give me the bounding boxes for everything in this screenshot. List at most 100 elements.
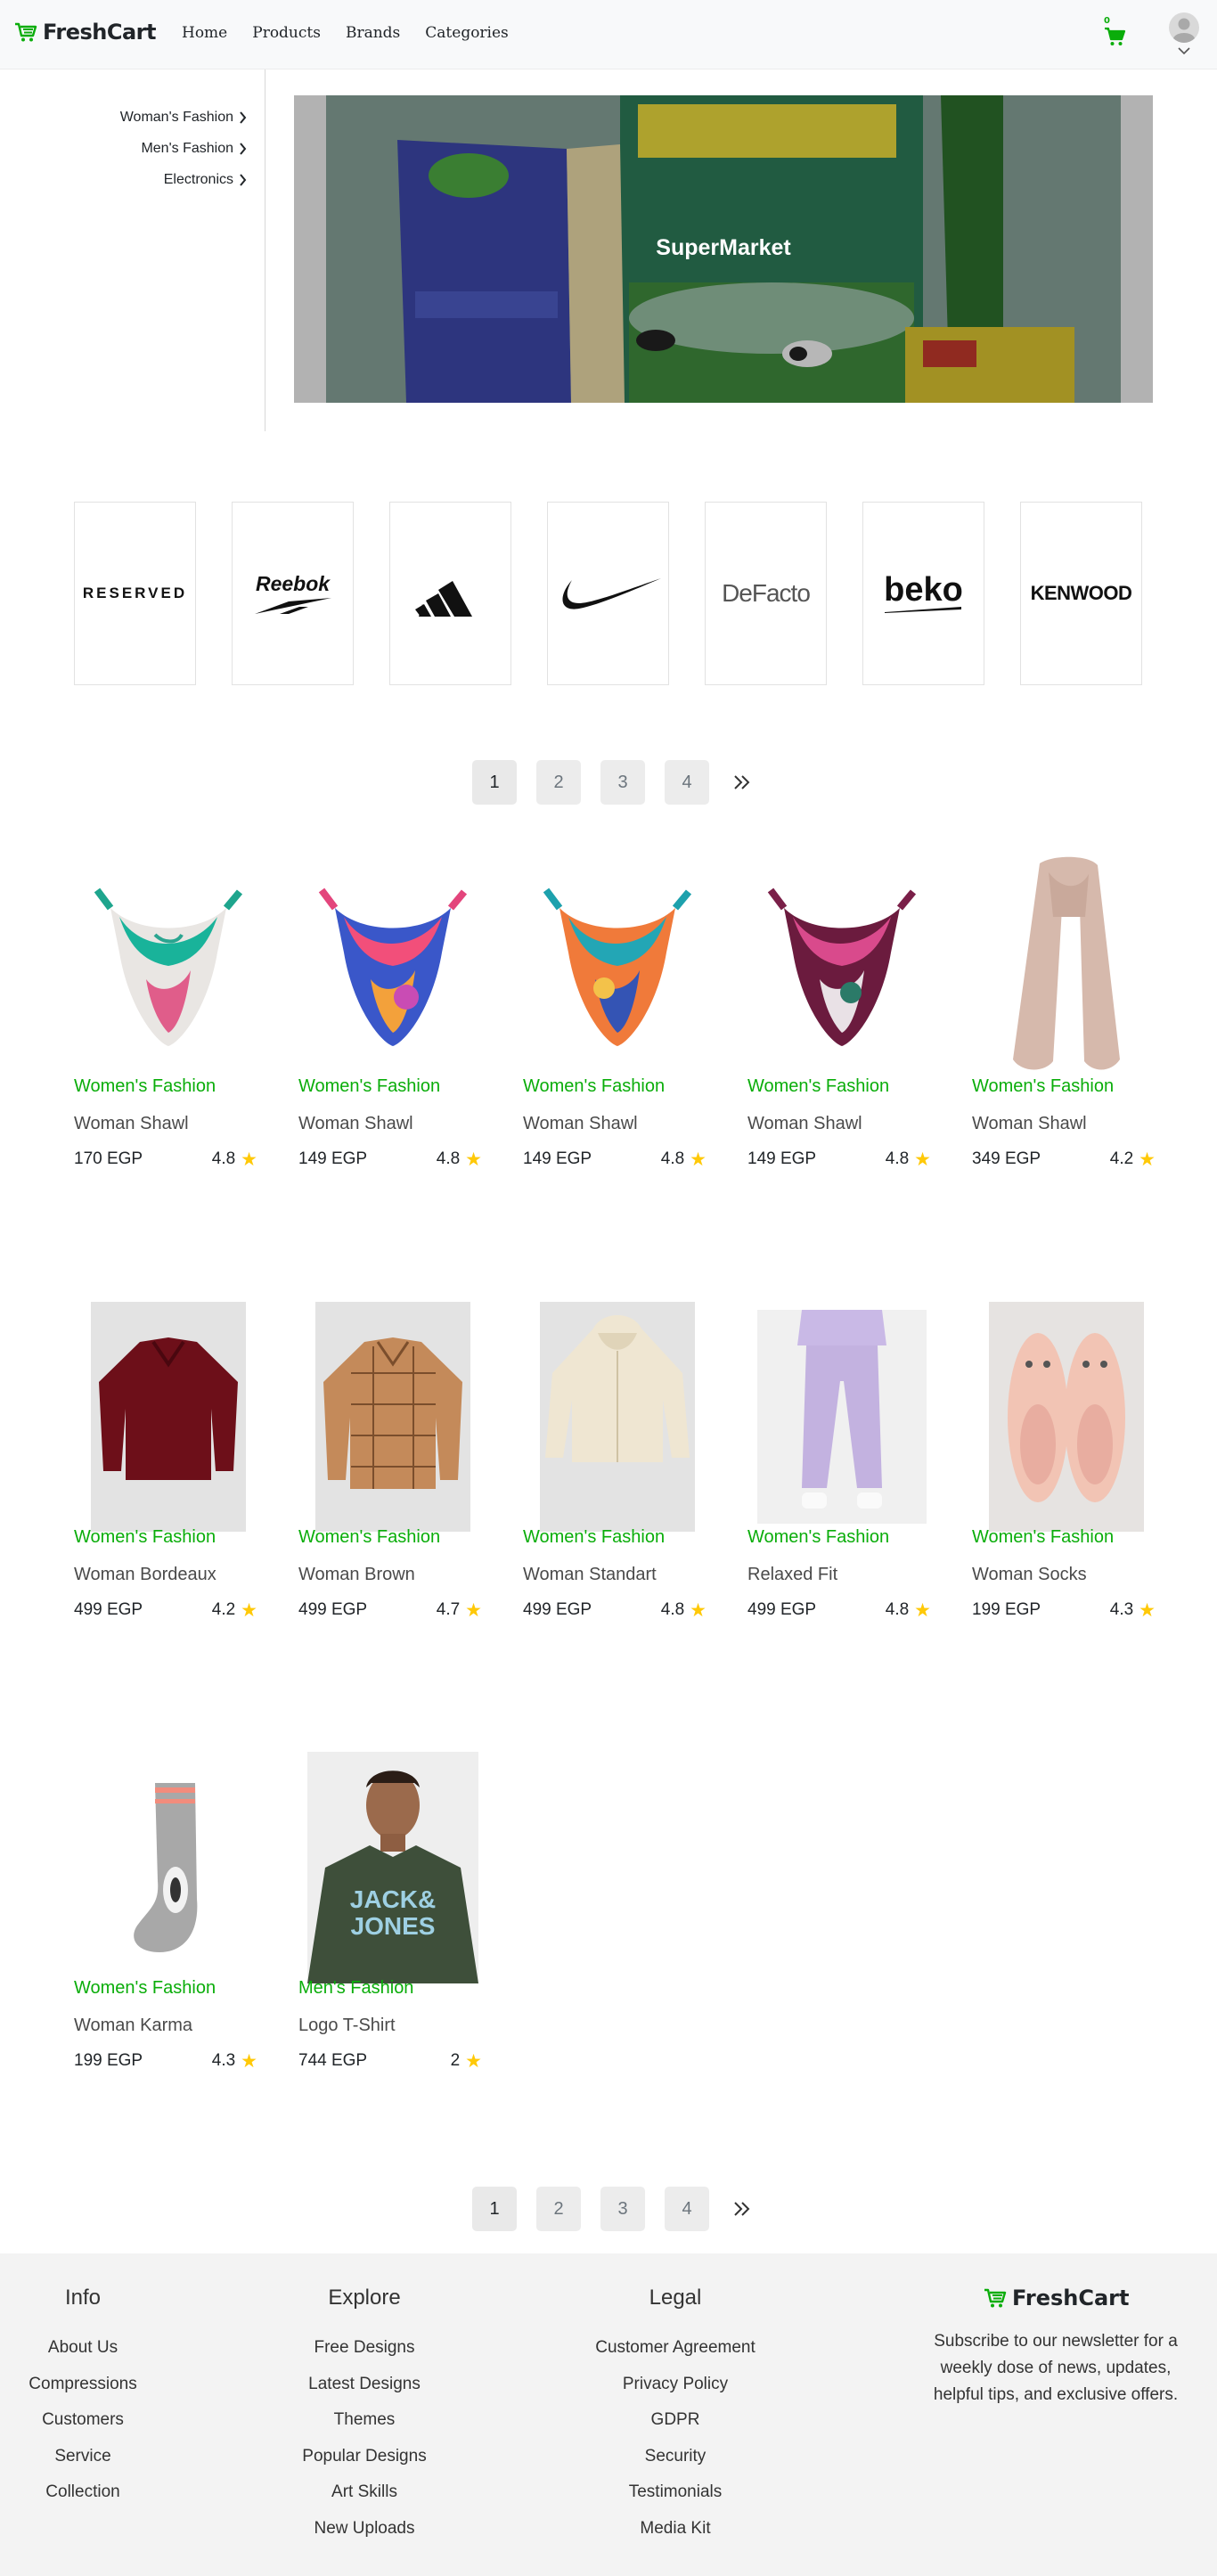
next-page-button[interactable] bbox=[729, 760, 756, 805]
reebok-logo: Reebok bbox=[253, 572, 333, 616]
star-icon: ★ bbox=[465, 1149, 482, 1170]
svg-text:JACK&: JACK& bbox=[350, 1885, 436, 1913]
brand-card-reebok[interactable]: Reebok bbox=[232, 502, 354, 685]
product-card[interactable]: Women's Fashion Woman Shawl 349 EGP 4.2 ★ bbox=[972, 850, 1161, 1189]
brand-card-adidas[interactable] bbox=[389, 502, 511, 685]
footer: Info About Us Compressions Customers Ser… bbox=[0, 2253, 1217, 2576]
product-rating: 4.2 ★ bbox=[212, 1600, 257, 1620]
brand-card-reserved[interactable]: RESERVED bbox=[74, 502, 196, 685]
footer-link[interactable]: About Us bbox=[0, 2330, 166, 2367]
pagination-top: 1 2 3 4 bbox=[472, 760, 756, 805]
footer-link[interactable]: Media Kit bbox=[568, 2511, 782, 2547]
page-4-button[interactable]: 4 bbox=[665, 760, 709, 805]
brand-logo[interactable]: FreshCart bbox=[14, 20, 156, 45]
product-card[interactable]: Women's Fashion Relaxed Fit 499 EGP 4.8 ★ bbox=[747, 1301, 936, 1640]
product-price: 149 EGP bbox=[747, 1149, 817, 1168]
chevron-right-icon bbox=[240, 111, 247, 124]
page-3-button[interactable]: 3 bbox=[600, 760, 645, 805]
footer-link[interactable]: Themes bbox=[275, 2402, 453, 2439]
product-category: Women's Fashion bbox=[523, 1527, 666, 1547]
brand-card-beko[interactable]: beko bbox=[862, 502, 984, 685]
footer-link[interactable]: Collection bbox=[0, 2474, 166, 2511]
star-icon: ★ bbox=[465, 2050, 482, 2072]
star-icon: ★ bbox=[914, 1599, 931, 1621]
beko-logo: beko bbox=[884, 573, 963, 613]
footer-link[interactable]: Compressions bbox=[0, 2367, 166, 2403]
chevron-right-icon bbox=[240, 143, 247, 155]
footer-link[interactable]: Testimonials bbox=[568, 2474, 782, 2511]
product-card[interactable]: Women's Fashion Woman Shawl 149 EGP 4.8 ★ bbox=[747, 850, 936, 1189]
product-title: Woman Socks bbox=[972, 1565, 1087, 1584]
cart-logo-icon bbox=[984, 2288, 1007, 2308]
user-menu[interactable] bbox=[1169, 12, 1199, 61]
product-card[interactable]: Women's Fashion Woman Bordeaux 499 EGP 4… bbox=[74, 1301, 263, 1640]
page-1-button[interactable]: 1 bbox=[472, 760, 517, 805]
sidebar-item-womens-fashion[interactable]: Woman's Fashion bbox=[120, 110, 247, 126]
page-1-button[interactable]: 1 bbox=[472, 2187, 517, 2231]
sidebar-item-electronics[interactable]: Electronics bbox=[164, 172, 247, 188]
product-title: Woman Shawl bbox=[747, 1114, 862, 1133]
page-2-button[interactable]: 2 bbox=[536, 2187, 581, 2231]
product-title: Woman Karma bbox=[74, 2016, 193, 2035]
product-rating: 4.3 ★ bbox=[1110, 1600, 1156, 1620]
product-rating: 4.7 ★ bbox=[437, 1600, 482, 1620]
product-card[interactable]: Women's Fashion Woman Standart 499 EGP 4… bbox=[523, 1301, 712, 1640]
footer-explore-heading: Explore bbox=[328, 2286, 401, 2310]
brand-card-defacto[interactable]: DeFacto bbox=[705, 502, 827, 685]
rating-value: 4.8 bbox=[436, 1149, 461, 1168]
footer-link[interactable]: Customers bbox=[0, 2402, 166, 2439]
footer-info-heading: Info bbox=[64, 2286, 102, 2310]
brand-card-nike[interactable] bbox=[547, 502, 669, 685]
product-price: 199 EGP bbox=[74, 2051, 143, 2070]
footer-link[interactable]: Service bbox=[0, 2439, 166, 2475]
footer-link[interactable]: Latest Designs bbox=[275, 2367, 453, 2403]
footer-link[interactable]: Security bbox=[568, 2439, 782, 2475]
product-category: Women's Fashion bbox=[747, 1076, 890, 1096]
socks-image bbox=[989, 1302, 1144, 1532]
pants-image bbox=[757, 1310, 927, 1524]
hoodie-image bbox=[540, 1302, 695, 1532]
product-category: Women's Fashion bbox=[972, 1527, 1115, 1547]
sidebar-item-mens-fashion[interactable]: Men's Fashion bbox=[141, 141, 247, 157]
reebok-wordmark: Reebok bbox=[255, 571, 331, 595]
next-page-button[interactable] bbox=[729, 2187, 756, 2231]
footer-link[interactable]: Privacy Policy bbox=[568, 2367, 782, 2403]
product-price: 499 EGP bbox=[747, 1600, 817, 1619]
footer-link[interactable]: Free Designs bbox=[275, 2330, 453, 2367]
brand-card-kenwood[interactable]: KENWOOD bbox=[1020, 502, 1142, 685]
brand-name: FreshCart bbox=[43, 20, 156, 45]
nav-brands[interactable]: Brands bbox=[346, 24, 400, 42]
navbar: FreshCart Home Products Brands Categorie… bbox=[0, 0, 1217, 70]
nav-home[interactable]: Home bbox=[182, 24, 227, 42]
hero-banner[interactable]: SuperMarket bbox=[294, 95, 1153, 403]
svg-text:JONES: JONES bbox=[351, 1912, 436, 1940]
footer-link[interactable]: Art Skills bbox=[275, 2474, 453, 2511]
product-card[interactable]: Women's Fashion Woman Brown 499 EGP 4.7 ★ bbox=[298, 1301, 487, 1640]
cart-button[interactable]: 0 bbox=[1102, 16, 1129, 46]
footer-link[interactable]: New Uploads bbox=[275, 2511, 453, 2547]
page-2-button[interactable]: 2 bbox=[536, 760, 581, 805]
product-image bbox=[523, 1301, 712, 1533]
nav-categories[interactable]: Categories bbox=[425, 24, 509, 42]
product-card[interactable]: Women's Fashion Woman Karma 199 EGP 4.3 ★ bbox=[74, 1752, 263, 2090]
product-card[interactable]: Women's Fashion Woman Shawl 149 EGP 4.8 ★ bbox=[523, 850, 712, 1189]
shawl-image bbox=[94, 887, 243, 1046]
footer-brand-logo[interactable]: FreshCart bbox=[984, 2286, 1129, 2310]
footer-link[interactable]: Popular Designs bbox=[275, 2439, 453, 2475]
footer-link[interactable]: GDPR bbox=[568, 2402, 782, 2439]
page-4-button[interactable]: 4 bbox=[665, 2187, 709, 2231]
footer-explore-column: Explore Free Designs Latest Designs Them… bbox=[275, 2286, 453, 2547]
product-card[interactable]: Women's Fashion Woman Socks 199 EGP 4.3 ★ bbox=[972, 1301, 1161, 1640]
footer-link[interactable]: Customer Agreement bbox=[568, 2330, 782, 2367]
product-card[interactable]: Women's Fashion Woman Shawl 170 EGP 4.8 ★ bbox=[74, 850, 263, 1189]
rating-value: 4.2 bbox=[1109, 1149, 1134, 1168]
kenwood-logo: KENWOOD bbox=[1030, 582, 1132, 604]
footer-legal-column: Legal Customer Agreement Privacy Policy … bbox=[568, 2286, 782, 2547]
sidebar-item-label: Electronics bbox=[163, 172, 233, 187]
page-3-button[interactable]: 3 bbox=[600, 2187, 645, 2231]
product-card[interactable]: Women's Fashion Woman Shawl 149 EGP 4.8 ★ bbox=[298, 850, 487, 1189]
nav-products[interactable]: Products bbox=[252, 24, 321, 42]
product-price: 744 EGP bbox=[298, 2051, 368, 2070]
product-card[interactable]: JACK& JONES Men's Fashion Logo T-Shirt 7… bbox=[298, 1752, 487, 2090]
star-icon: ★ bbox=[465, 1599, 482, 1621]
